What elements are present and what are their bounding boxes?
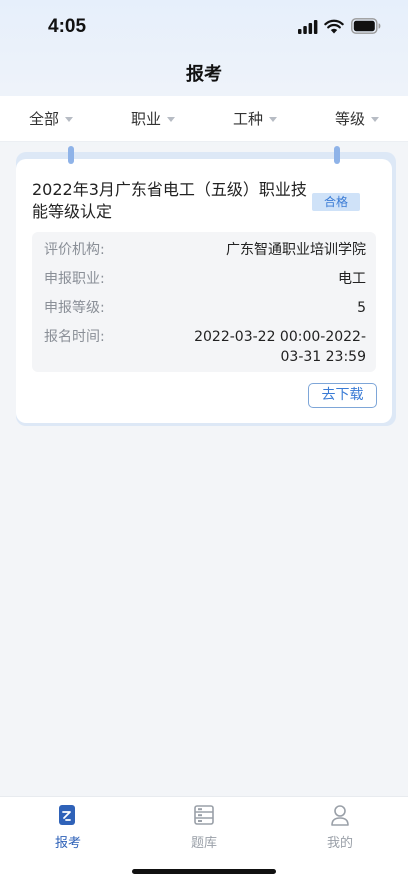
tab-label: 报考	[54, 836, 81, 851]
info-label: 申报等级:	[44, 300, 105, 316]
exam-icon	[59, 805, 75, 825]
filter-occupation[interactable]: 职业	[102, 96, 204, 141]
caret-down-icon	[65, 117, 73, 122]
info-value: 电工	[338, 271, 366, 287]
info-value: 5	[357, 300, 366, 316]
info-label: 申报职业:	[44, 271, 105, 287]
status-bar: 4:05	[0, 0, 408, 54]
info-value: 广东智通职业培训学院	[226, 242, 366, 258]
tab-label: 我的	[326, 836, 353, 851]
filter-label: 等级	[334, 110, 365, 128]
profile-icon	[331, 805, 349, 826]
exam-title: 2022年3月广东省电工（五级）职业技能等级认定	[32, 180, 307, 221]
caret-down-icon	[269, 117, 277, 122]
filter-job-type[interactable]: 工种	[204, 96, 306, 141]
tab-question-bank[interactable]: 题库	[154, 803, 254, 853]
page-title: 报考	[186, 64, 222, 85]
filter-label: 全部	[28, 110, 59, 128]
tab-label: 题库	[190, 836, 217, 851]
card-clip-left	[68, 146, 74, 164]
info-value: 2022-03-22 00:00-2022-03-31 23:59	[194, 329, 366, 365]
download-button[interactable]: 去下载	[308, 383, 377, 408]
status-badge: 合格	[312, 193, 360, 211]
filter-all[interactable]: 全部	[0, 96, 102, 141]
filter-level[interactable]: 等级	[306, 96, 408, 141]
cellular-signal-icon	[298, 20, 318, 34]
home-indicator	[132, 869, 276, 874]
exam-info-box: 评价机构: 广东智通职业培训学院 申报职业: 电工 申报等级: 5 报名时间: …	[32, 232, 376, 372]
card-clip-right	[334, 146, 340, 164]
tab-exam[interactable]: 报考	[18, 803, 118, 853]
filter-bar: 全部 职业 工种 等级	[0, 96, 408, 142]
question-bank-icon	[194, 805, 214, 825]
filter-label: 工种	[232, 110, 263, 128]
caret-down-icon	[371, 117, 379, 122]
info-label: 报名时间:	[44, 329, 105, 345]
tab-profile[interactable]: 我的	[290, 803, 390, 853]
status-time: 4:05	[48, 16, 87, 37]
info-label: 评价机构:	[44, 242, 105, 258]
battery-icon	[351, 18, 381, 34]
filter-label: 职业	[130, 110, 161, 128]
exam-card[interactable]: 2022年3月广东省电工（五级）职业技能等级认定 合格 评价机构: 广东智通职业…	[16, 159, 392, 423]
wifi-icon	[324, 19, 344, 34]
caret-down-icon	[167, 117, 175, 122]
